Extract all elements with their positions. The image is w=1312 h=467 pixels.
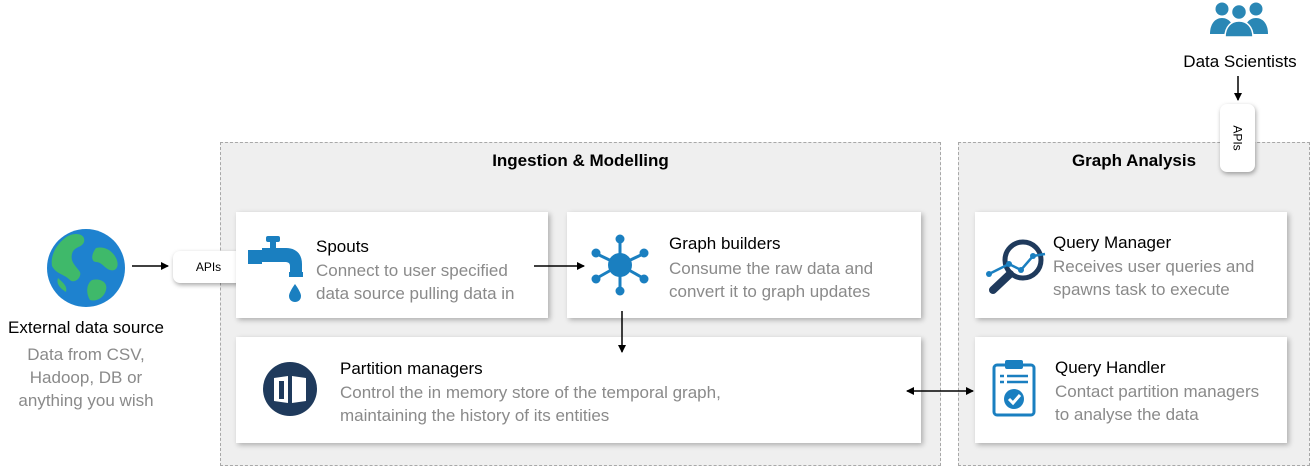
connector-arrows bbox=[132, 76, 1242, 395]
